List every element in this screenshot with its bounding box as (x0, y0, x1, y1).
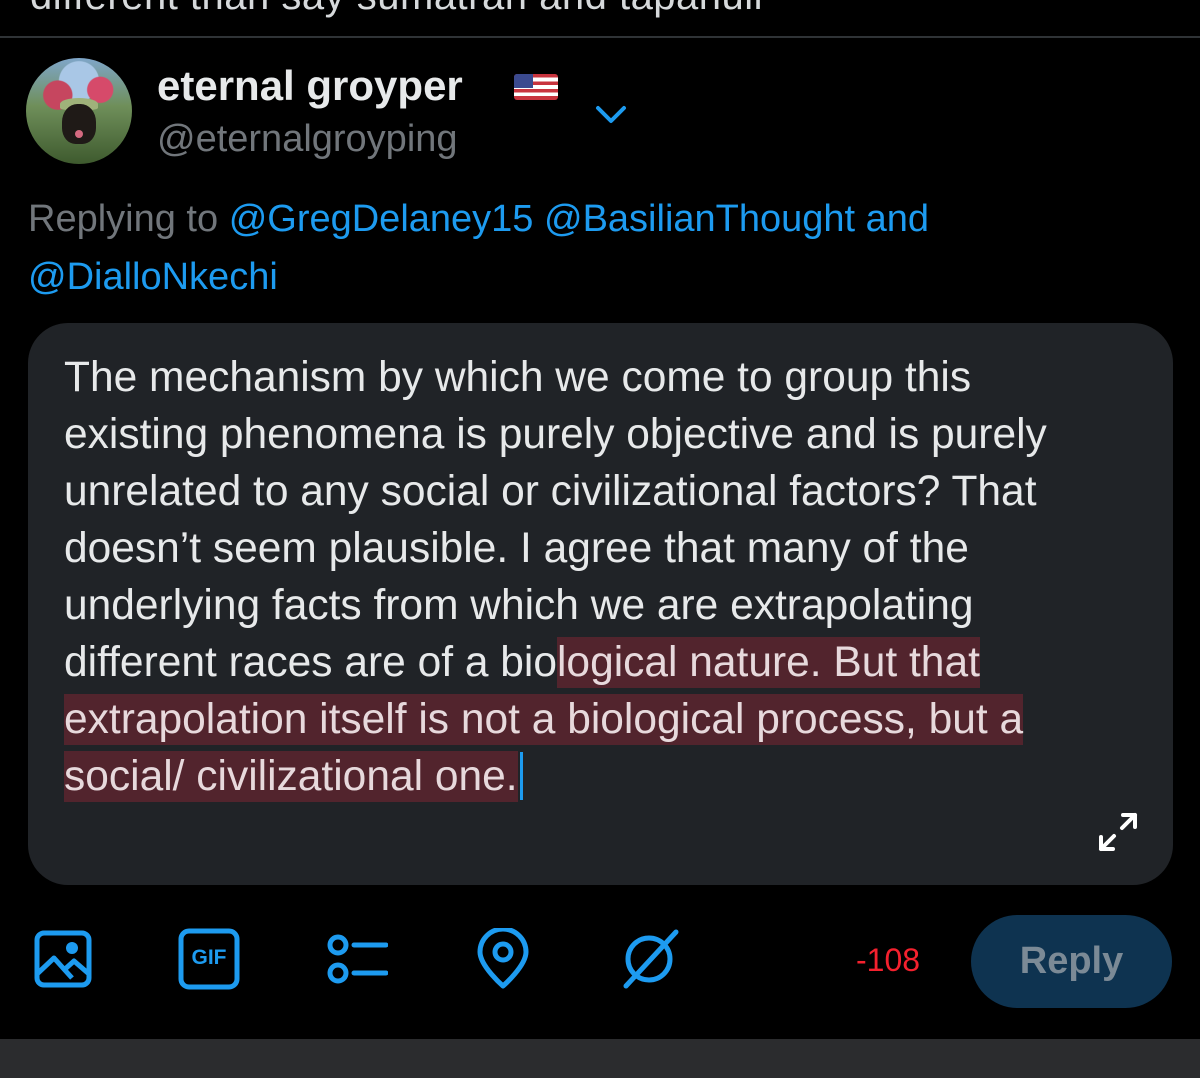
circle-slash-icon[interactable] (618, 928, 680, 990)
reply-composer-screen: different than say sumatran and tapanuli… (0, 0, 1200, 1078)
user-handle: @eternalgroyping (157, 118, 458, 160)
us-flag-icon (514, 74, 558, 100)
avatar-dog (62, 104, 96, 144)
character-count: -108 (856, 942, 921, 978)
expand-arrows-icon[interactable] (1095, 809, 1141, 855)
avatar-tongue (75, 130, 83, 138)
chevron-down-icon[interactable] (594, 102, 628, 128)
gif-label: GIF (191, 946, 227, 969)
compose-textarea[interactable]: The mechanism by which we come to group … (64, 349, 1104, 805)
previous-tweet-text: different than say sumatran and tapanuli (30, 0, 763, 19)
divider (0, 36, 1200, 38)
poll-icon[interactable] (326, 928, 388, 990)
compose-box[interactable]: The mechanism by which we come to group … (28, 323, 1173, 885)
location-icon[interactable] (472, 928, 534, 990)
mention-joiner[interactable]: and (866, 198, 929, 240)
image-icon[interactable] (32, 928, 94, 990)
replying-to-line: Replying to @GregDelaney15 @BasilianThou… (28, 190, 1078, 306)
flag-canton (514, 74, 533, 88)
replying-to-prefix: Replying to (28, 198, 219, 240)
avatar[interactable] (26, 58, 132, 164)
gif-icon[interactable]: GIF (178, 928, 240, 990)
text-caret (519, 752, 523, 800)
mention-link[interactable]: @BasilianThought (544, 198, 855, 240)
reply-button[interactable]: Reply (971, 915, 1172, 1008)
display-name: eternal groyper (157, 62, 463, 109)
keyboard-edge (0, 1039, 1200, 1078)
mention-link[interactable]: @GregDelaney15 (229, 198, 534, 240)
mention-link[interactable]: @DialloNkechi (28, 256, 278, 298)
